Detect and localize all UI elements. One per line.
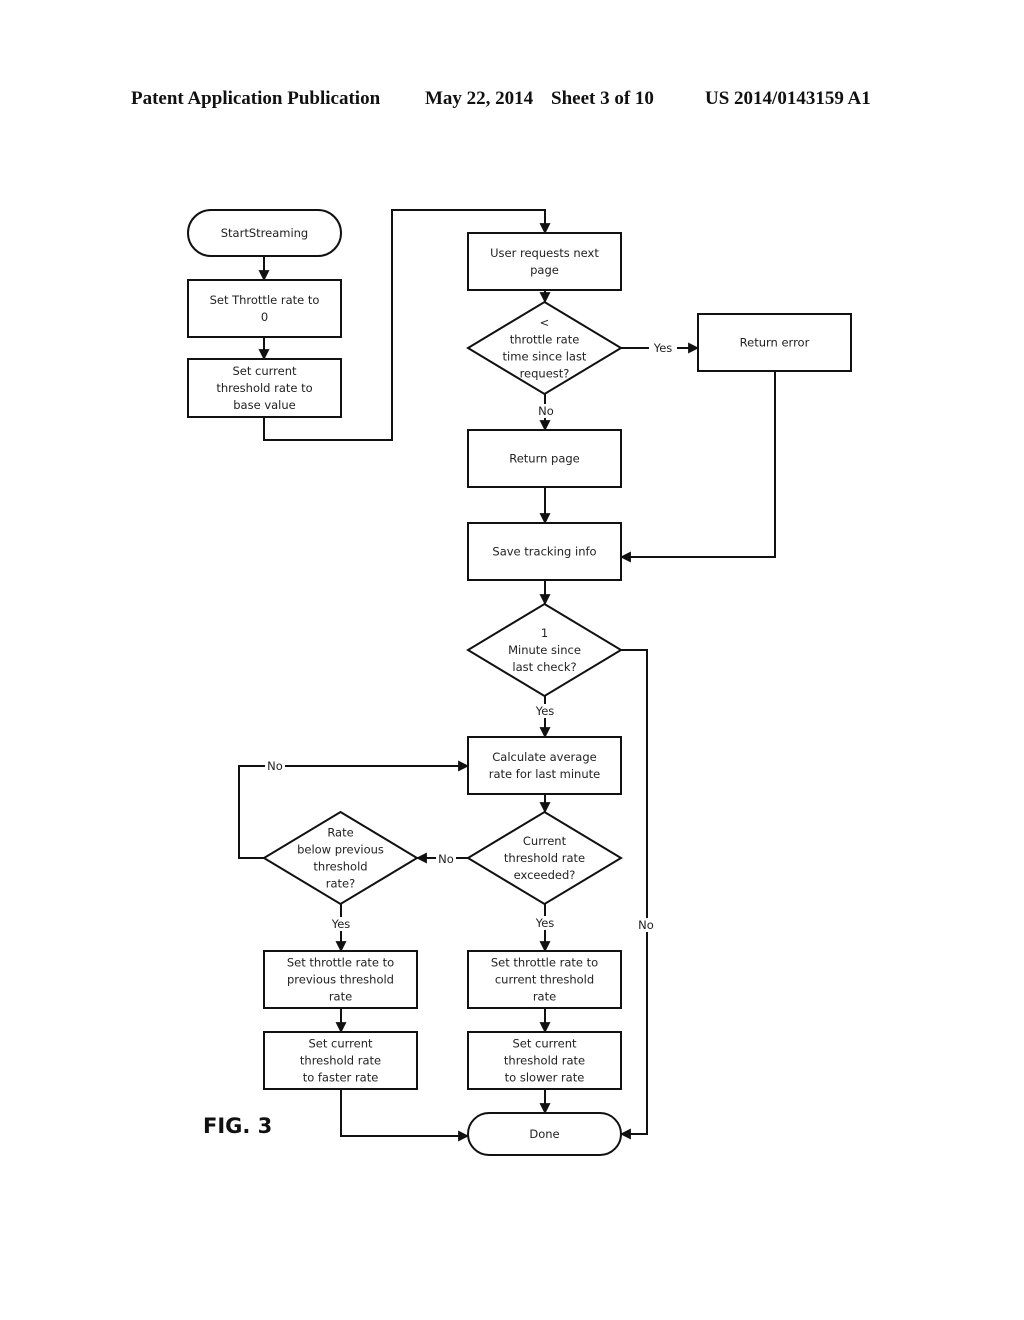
node-text-line: throttle rate [510,333,580,347]
node-set-throttle-prev: Set throttle rate to previous threshold ra… [263,950,418,1009]
node-text-line: Return error [740,336,810,350]
edge-label-yes: Yes [653,341,673,355]
node-text-line: Calculate average [492,750,596,764]
node-start: StartStreaming [187,209,342,257]
node-set-threshold-slower: Set current threshold rate to slower rate [467,1031,622,1090]
node-text-line: rate for last minute [489,767,600,781]
node-text-line: threshold rate [504,851,585,865]
node-text-line: Set Throttle rate to [210,293,320,307]
node-rate-below-prev: Rate below previous threshold rate? [262,810,419,906]
node-text-line: request? [520,367,570,381]
node-text-line: threshold [313,860,367,874]
node-text-line: 1 [541,626,548,640]
edge-label-no: No [267,759,283,773]
node-text-line: Minute since [508,643,581,657]
node-text-line: Set current [512,1037,577,1051]
node-text-line: Done [529,1127,559,1141]
node-text-line: time since last [503,350,587,364]
node-minute-check: 1 Minute since last check? [466,602,623,698]
node-text-line: last check? [512,660,576,674]
node-set-threshold-faster: Set current threshold rate to faster rate [263,1031,418,1090]
node-text-line: exceeded? [514,868,576,882]
node-text-line: below previous [297,843,384,857]
edge-return-error-to-save-tracking [619,371,776,563]
figure-label: FIG. 3 [203,1114,272,1138]
process-shape [467,232,622,291]
node-text-line: rate? [326,877,355,891]
node-text-line: Set throttle rate to [491,956,598,970]
edge-label-yes: Yes [535,704,555,718]
node-text-line: StartStreaming [221,226,309,240]
node-save-tracking: Save tracking info [467,522,622,581]
node-text-line: Set current [308,1037,373,1051]
node-set-threshold-base: Set current threshold rate to base value [187,358,342,418]
node-calc-average: Calculate average rate for last minute [467,736,622,795]
edge-label-no: No [538,404,554,418]
node-set-throttle-current: Set throttle rate to current threshold rat… [467,950,622,1009]
edge-label-yes: Yes [535,916,555,930]
node-text-line: Save tracking info [492,545,596,559]
node-text-line: rate [329,990,352,1004]
node-text-line: rate [533,990,556,1004]
node-text-line: Current [523,834,567,848]
node-text-line: previous threshold [287,973,394,987]
node-text-line: threshold rate [504,1054,585,1068]
node-text-line: to faster rate [303,1071,379,1085]
nodes-layer: StartStreaming Set Throttle rate to 0 Set c… [187,209,852,1156]
process-shape [187,279,342,338]
node-text-line: to slower rate [505,1071,585,1085]
node-text-line: threshold rate to [216,381,312,395]
node-text-line: current threshold [495,973,594,987]
node-return-page: Return page [467,429,622,488]
node-return-error: Return error [697,313,852,372]
node-done: Done [467,1112,622,1156]
edge-label-yes: Yes [331,917,351,931]
process-shape [467,736,622,795]
node-user-requests: User requests next page [467,232,622,291]
node-text-line: base value [233,398,295,412]
node-text-line: User requests next [490,246,599,260]
node-text-line: Rate [327,826,353,840]
edge-label-no: No [438,852,454,866]
node-text-line: Set throttle rate to [287,956,394,970]
node-set-throttle-zero: Set Throttle rate to 0 [187,279,342,338]
node-throttle-check: < throttle rate time since last request? [466,300,623,396]
node-text-line: threshold rate [300,1054,381,1068]
node-threshold-exceeded: Current threshold rate exceeded? [466,810,623,906]
node-text-line: < [540,316,550,330]
node-text-line: 0 [261,310,268,324]
node-text-line: Return page [509,452,580,466]
edge-minute-check-to-done [619,649,648,1140]
flowchart: StartStreaming Set Throttle rate to 0 Set c… [187,209,852,1156]
edge-label-no: No [638,918,654,932]
node-text-line: Set current [232,364,297,378]
node-text-line: page [530,263,559,277]
edge-set-threshold-faster-to-done [340,1089,470,1142]
